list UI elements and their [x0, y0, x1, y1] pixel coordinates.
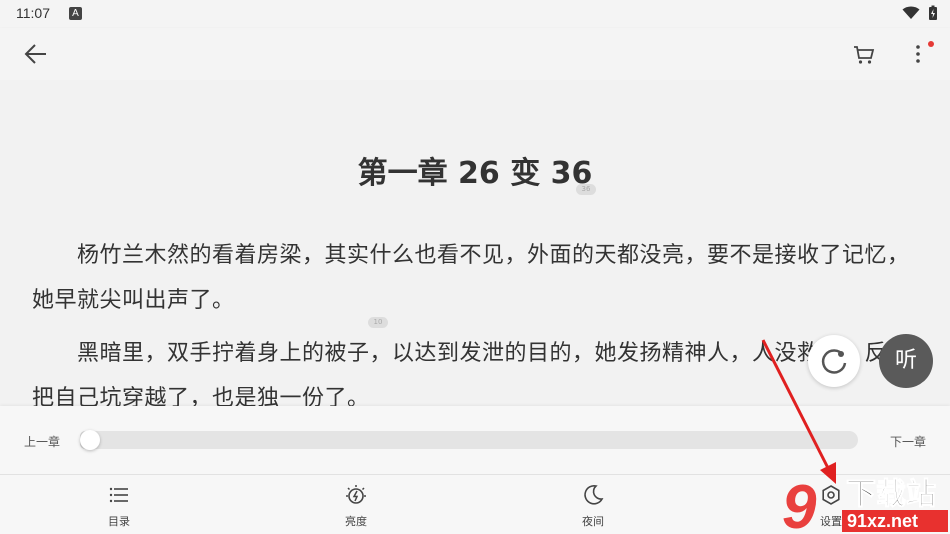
toc-button[interactable]: 目录 — [79, 483, 159, 529]
chapter-title: 第一章 26 变 36 — [357, 156, 593, 191]
notification-app-icon: A — [69, 7, 82, 20]
progress-thumb[interactable] — [80, 430, 100, 450]
status-indicators — [902, 5, 938, 21]
paragraph: 黑暗里，双手拧着身上的被子，以达到发泄的目的，她发扬精神人，人没救成，反而把自己… — [32, 341, 910, 406]
chapter-progress-panel: 上一章 下一章 — [0, 406, 950, 474]
brightness-label: 亮度 — [345, 515, 367, 528]
site-watermark: 9 下载站 91xz.net — [782, 473, 948, 534]
status-bar: 11:07 A — [0, 0, 950, 28]
refresh-button[interactable] — [808, 335, 860, 387]
status-time: 11:07 — [16, 5, 50, 21]
next-chapter-button[interactable]: 下一章 — [890, 433, 926, 450]
cart-icon — [854, 46, 875, 64]
more-options-button[interactable] — [910, 40, 926, 68]
arrow-left-icon — [24, 44, 46, 64]
brightness-button[interactable]: 亮度 — [316, 483, 396, 529]
watermark-logo: 9 — [782, 473, 817, 534]
night-mode-button[interactable]: 夜间 — [553, 483, 633, 529]
prev-chapter-button[interactable]: 上一章 — [24, 433, 60, 450]
paragraph: 杨竹兰木然的看着房梁，其实什么也看不见，外面的天都没亮，要不是接收了记忆，她早就… — [32, 243, 910, 313]
moon-icon — [584, 485, 604, 505]
brightness-icon — [346, 485, 366, 504]
wifi-icon — [902, 6, 920, 19]
refresh-icon — [821, 349, 847, 374]
night-mode-label: 夜间 — [582, 515, 604, 528]
watermark-site: 91xz.net — [847, 511, 918, 531]
comment-count-badge[interactable]: 36 — [576, 184, 596, 195]
listen-button[interactable]: 听 — [879, 334, 933, 388]
chapter-progress-slider[interactable] — [80, 430, 858, 450]
back-button[interactable] — [20, 38, 52, 70]
list-icon — [109, 487, 128, 503]
cart-button[interactable] — [850, 40, 878, 68]
comment-count-badge[interactable]: 10 — [368, 317, 388, 328]
more-vert-icon — [916, 45, 920, 63]
notification-dot — [928, 41, 934, 47]
toc-label: 目录 — [108, 515, 130, 528]
watermark-title: 下载站 — [846, 477, 936, 512]
battery-icon — [929, 5, 937, 20]
app-bar — [0, 28, 950, 80]
